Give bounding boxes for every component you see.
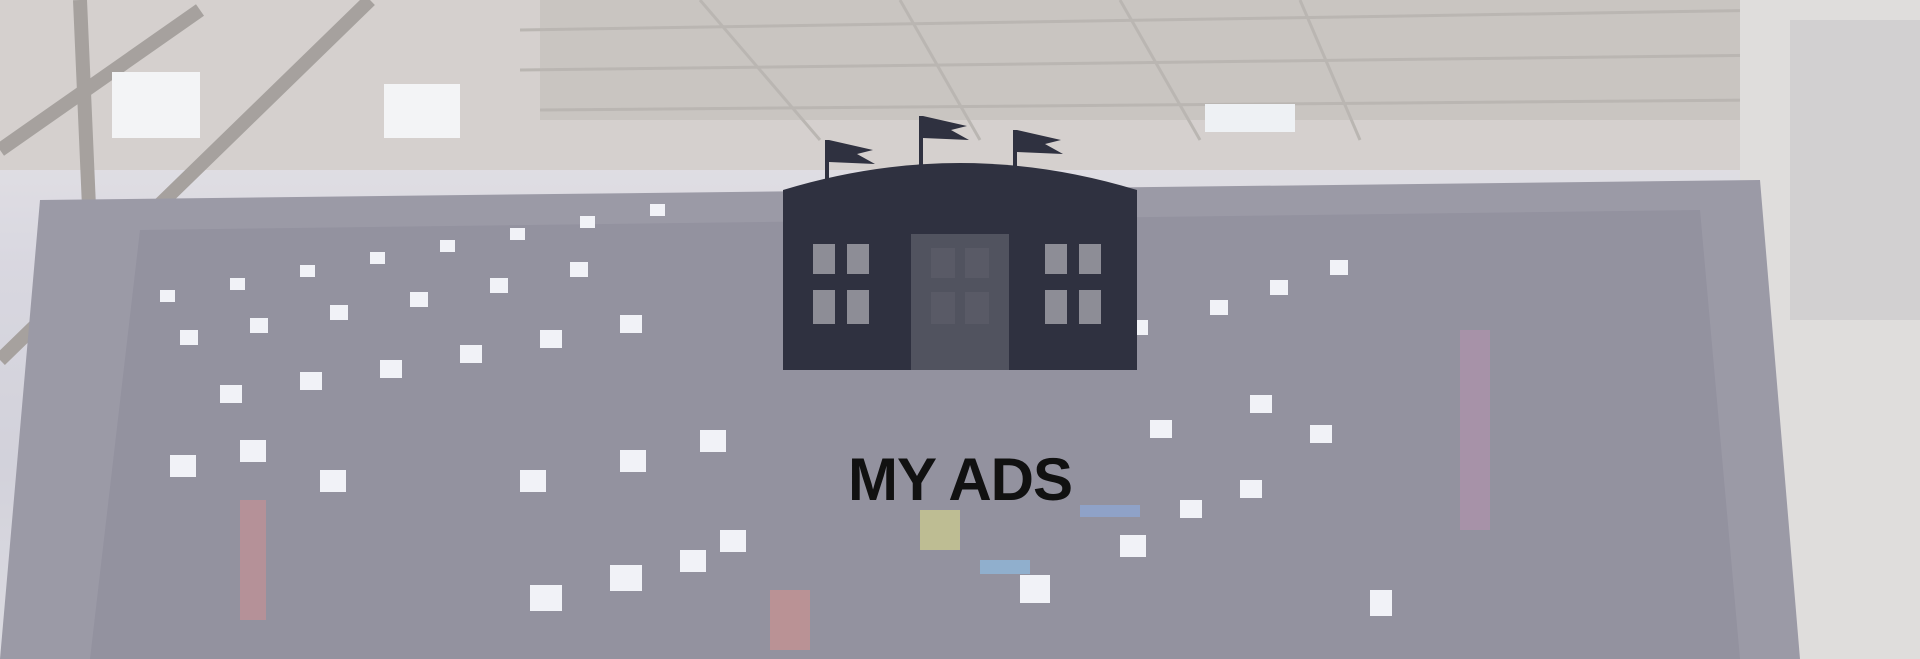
my-ads-banner: MY ADS (0, 0, 1920, 659)
page-title: MY ADS (847, 446, 1073, 513)
arena-building-icon (783, 116, 1137, 370)
